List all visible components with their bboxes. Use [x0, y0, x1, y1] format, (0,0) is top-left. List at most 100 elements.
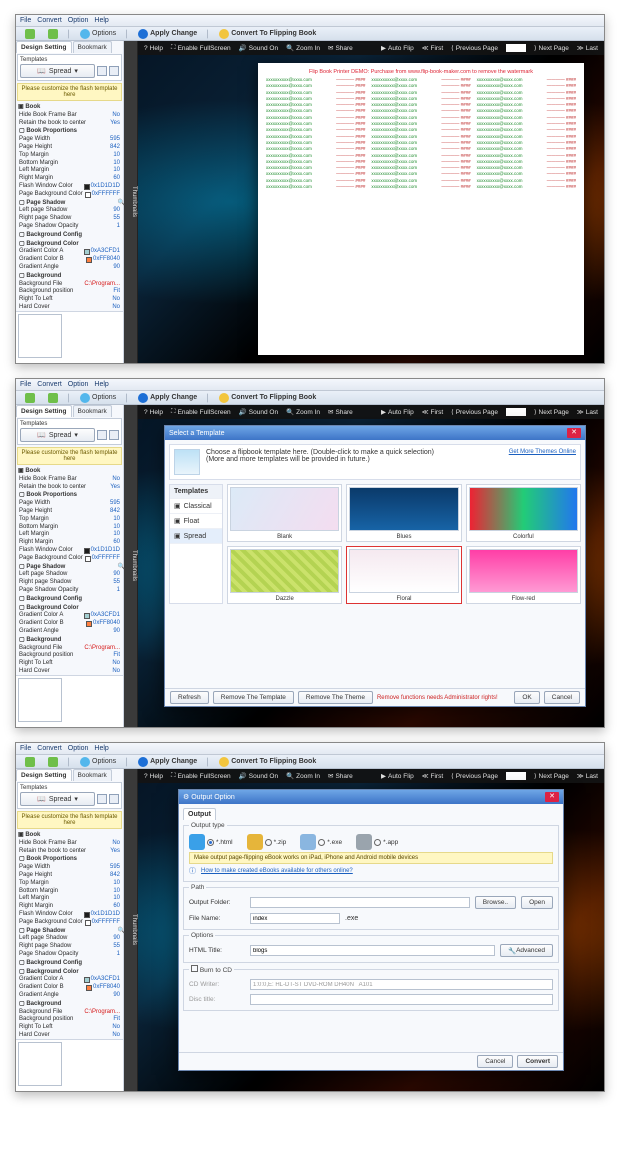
next-page-button[interactable]: ⟩ Next Page: [534, 772, 569, 780]
autoflip-button[interactable]: ▶ Auto Flip: [381, 772, 414, 780]
template-blank[interactable]: Blank: [227, 484, 342, 542]
output-folder-input[interactable]: [250, 897, 470, 908]
open-button[interactable]: Open: [521, 896, 553, 909]
html-title-input[interactable]: [250, 945, 495, 956]
howto-link[interactable]: How to make created eBooks available for…: [201, 868, 353, 874]
options-button[interactable]: Options: [75, 755, 121, 769]
first-page-button[interactable]: ≪ First: [422, 772, 443, 780]
template-browse-icon[interactable]: [97, 430, 107, 440]
type-html[interactable]: *.html: [189, 834, 233, 850]
remove-template-button[interactable]: Remove The Template: [213, 691, 294, 704]
cancel-button[interactable]: Cancel: [544, 691, 580, 704]
nav-classical[interactable]: ▣Classical: [170, 499, 222, 514]
first-page-button[interactable]: ≪ First: [422, 408, 443, 416]
sound-button[interactable]: 🔊 Sound On: [239, 408, 278, 416]
autoflip-button[interactable]: ▶ Auto Flip: [381, 44, 414, 52]
type-exe[interactable]: *.exe: [300, 834, 342, 850]
page-number-input[interactable]: [506, 772, 526, 780]
sound-button[interactable]: 🔊 Sound On: [239, 44, 278, 52]
redo-button[interactable]: [43, 755, 63, 769]
settings-tree[interactable]: ▣ Book Hide Book Frame BarNoRetain the b…: [16, 830, 123, 1039]
spread-template-button[interactable]: 📖 Spread ▾: [20, 64, 95, 78]
zoom-button[interactable]: 🔍 Zoom In: [286, 44, 320, 52]
last-page-button[interactable]: ≫ Last: [577, 772, 598, 780]
spread-template-button[interactable]: 📖 Spread ▾: [20, 792, 95, 806]
menu-convert[interactable]: Convert: [37, 17, 62, 24]
undo-button[interactable]: [20, 755, 40, 769]
advanced-button[interactable]: 🔧 Advanced: [500, 944, 553, 957]
template-browse-icon[interactable]: [97, 794, 107, 804]
share-button[interactable]: ✉ Share: [328, 44, 353, 52]
first-page-button[interactable]: ≪ First: [422, 44, 443, 52]
cancel-button[interactable]: Cancel: [477, 1055, 513, 1068]
tab-design-setting[interactable]: Design Setting: [16, 41, 72, 53]
template-blues[interactable]: Blues: [346, 484, 461, 542]
output-tab[interactable]: Output: [183, 808, 216, 820]
apply-change-button[interactable]: Apply Change: [133, 27, 202, 41]
menu-help[interactable]: Help: [94, 17, 108, 24]
close-icon[interactable]: ✕: [545, 792, 559, 802]
convert-button[interactable]: Convert: [517, 1055, 558, 1068]
last-page-button[interactable]: ≫ Last: [577, 408, 598, 416]
ok-button[interactable]: OK: [514, 691, 539, 704]
flipbook-page[interactable]: Flip Book Printer DEMO: Purchase from ww…: [258, 63, 584, 355]
burn-checkbox[interactable]: [191, 965, 198, 972]
template-floral[interactable]: Floral: [346, 546, 461, 604]
refresh-button[interactable]: Refresh: [170, 691, 209, 704]
close-icon[interactable]: ✕: [567, 428, 581, 438]
prev-page-button[interactable]: ⟨ Previous Page: [451, 408, 498, 416]
help-button[interactable]: ? Help: [144, 773, 163, 780]
spread-template-button[interactable]: 📖 Spread ▾: [20, 428, 95, 442]
thumbnail-strip[interactable]: Thumbnails🔍: [124, 769, 138, 1091]
browse-button[interactable]: Browse..: [475, 896, 516, 909]
file-name-input[interactable]: [250, 913, 340, 924]
fullscreen-button[interactable]: ⛶ Enable FullScreen: [171, 408, 231, 416]
menu-file[interactable]: File: [20, 381, 31, 388]
template-save-icon[interactable]: [109, 794, 119, 804]
tab-design-setting[interactable]: Design Setting: [16, 405, 72, 417]
thumbnail-strip[interactable]: Thumbnails🔍: [124, 405, 138, 727]
next-page-button[interactable]: ⟩ Next Page: [534, 44, 569, 52]
tab-design-setting[interactable]: Design Setting: [16, 769, 72, 781]
remove-theme-button[interactable]: Remove The Theme: [298, 691, 373, 704]
zoom-button[interactable]: 🔍 Zoom In: [286, 408, 320, 416]
undo-button[interactable]: [20, 391, 40, 405]
thumbnail-strip[interactable]: Thumbnails 🔍: [124, 41, 138, 363]
options-button[interactable]: Options: [75, 391, 121, 405]
redo-button[interactable]: [43, 391, 63, 405]
zoom-button[interactable]: 🔍 Zoom In: [286, 772, 320, 780]
type-zip[interactable]: *.zip: [247, 834, 287, 850]
menu-option[interactable]: Option: [68, 17, 89, 24]
apply-change-button[interactable]: Apply Change: [133, 755, 202, 769]
page-number-input[interactable]: [506, 44, 526, 52]
menu-help[interactable]: Help: [94, 745, 108, 752]
template-colorful[interactable]: Colorful: [466, 484, 581, 542]
convert-button[interactable]: Convert To Flipping Book: [214, 391, 321, 405]
nav-spread[interactable]: ▣Spread: [170, 529, 222, 544]
convert-button[interactable]: Convert To Flipping Book: [214, 755, 321, 769]
menu-file[interactable]: File: [20, 17, 31, 24]
options-button[interactable]: Options: [75, 27, 121, 41]
convert-button[interactable]: Convert To Flipping Book: [214, 27, 321, 41]
template-browse-icon[interactable]: [97, 66, 107, 76]
apply-change-button[interactable]: Apply Change: [133, 391, 202, 405]
template-flow-red[interactable]: Flow-red: [466, 546, 581, 604]
help-button[interactable]: ? Help: [144, 45, 163, 52]
autoflip-button[interactable]: ▶ Auto Flip: [381, 408, 414, 416]
menu-convert[interactable]: Convert: [37, 381, 62, 388]
tab-bookmark[interactable]: Bookmark: [73, 769, 112, 781]
type-app[interactable]: *.app: [356, 834, 398, 850]
nav-float[interactable]: ▣Float: [170, 514, 222, 529]
menu-option[interactable]: Option: [68, 745, 89, 752]
template-save-icon[interactable]: [109, 66, 119, 76]
share-button[interactable]: ✉ Share: [328, 772, 353, 780]
menu-option[interactable]: Option: [68, 381, 89, 388]
prev-page-button[interactable]: ⟨ Previous Page: [451, 772, 498, 780]
next-page-button[interactable]: ⟩ Next Page: [534, 408, 569, 416]
settings-tree[interactable]: ▣ Book Hide Book Frame BarNoRetain the b…: [16, 466, 123, 675]
sound-button[interactable]: 🔊 Sound On: [239, 772, 278, 780]
share-button[interactable]: ✉ Share: [328, 408, 353, 416]
undo-button[interactable]: [20, 27, 40, 41]
last-page-button[interactable]: ≫ Last: [577, 44, 598, 52]
tab-bookmark[interactable]: Bookmark: [73, 41, 112, 53]
